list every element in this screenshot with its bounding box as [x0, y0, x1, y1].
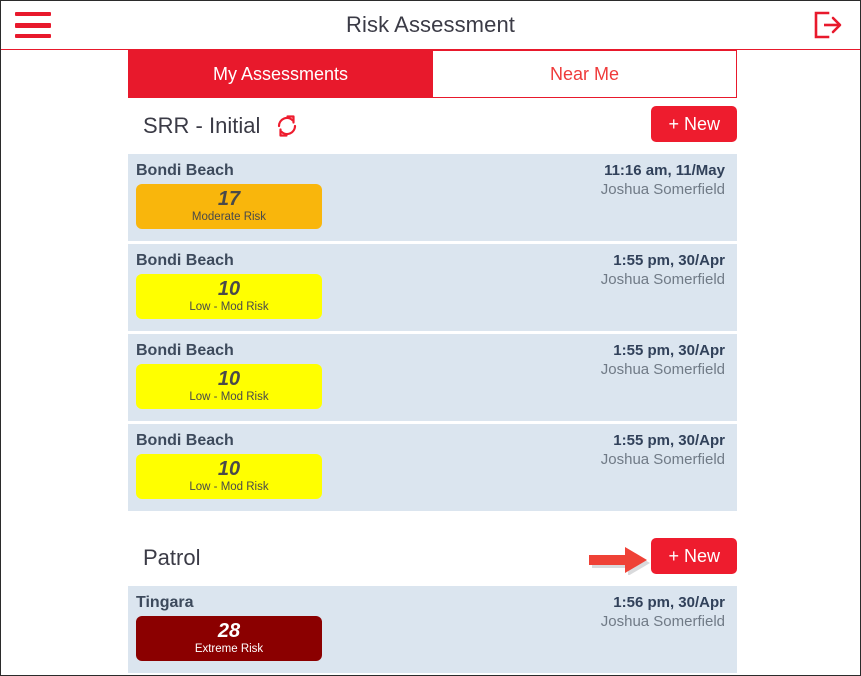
assessment-author: Joshua Somerfield — [600, 180, 725, 198]
refresh-icon[interactable] — [274, 113, 300, 139]
assessment-timestamp: 1:55 pm, 30/Apr — [613, 252, 725, 269]
risk-score-badge: 17 Moderate Risk — [136, 184, 322, 229]
risk-score: 28 — [217, 620, 241, 642]
tab-label: My Assessments — [212, 63, 349, 84]
section-header: SRR - Initial + New — [128, 98, 737, 154]
new-assessment-button-patrol[interactable]: + New — [651, 538, 737, 574]
assessment-author: Joshua Somerfield — [600, 612, 725, 630]
assessment-card[interactable]: Bondi Beach 17 Moderate Risk 11:16 am, 1… — [128, 154, 737, 241]
new-button-label: New — [683, 114, 720, 134]
assessment-meta: 1:55 pm, 30/Apr Joshua Somerfield — [601, 252, 725, 290]
risk-score: 10 — [217, 278, 241, 300]
risk-assessment-app: Risk Assessment My Assessments Near Me S… — [1, 1, 860, 675]
hamburger-line — [15, 12, 51, 16]
tab-label: Near Me — [549, 63, 620, 84]
assessment-author: Joshua Somerfield — [600, 270, 725, 288]
section-title: SRR - Initial — [143, 113, 261, 138]
assessment-meta: 1:55 pm, 30/Apr Joshua Somerfield — [601, 432, 725, 470]
risk-score: 10 — [217, 368, 241, 390]
assessment-timestamp: 1:56 pm, 30/Apr — [613, 594, 725, 611]
app-header: Risk Assessment — [1, 1, 860, 50]
assessment-meta: 1:55 pm, 30/Apr Joshua Somerfield — [601, 342, 725, 380]
assessment-card[interactable]: Bondi Beach 10 Low - Mod Risk 1:55 pm, 3… — [128, 424, 737, 511]
assessment-timestamp: 1:55 pm, 30/Apr — [613, 432, 725, 449]
risk-level-label: Low - Mod Risk — [189, 481, 269, 493]
risk-level-label: Moderate Risk — [191, 211, 267, 223]
risk-score: 10 — [217, 458, 241, 480]
assessment-meta: 1:56 pm, 30/Apr Joshua Somerfield — [601, 594, 725, 632]
hamburger-line — [15, 22, 51, 28]
assessment-card[interactable]: Bondi Beach 10 Low - Mod Risk 1:55 pm, 3… — [128, 244, 737, 331]
section-patrol: Patrol + New Tingara 28 Extreme Risk 1:5… — [128, 530, 737, 673]
annotation-arrow-icon — [587, 545, 659, 576]
risk-score-badge: 10 Low - Mod Risk — [136, 274, 322, 319]
assessment-card[interactable]: Tingara 28 Extreme Risk 1:56 pm, 30/Apr … — [128, 586, 737, 673]
section-title: Patrol — [143, 545, 201, 570]
tab-near-me[interactable]: Near Me — [433, 50, 737, 98]
risk-level-label: Low - Mod Risk — [189, 391, 269, 403]
assessment-card[interactable]: Bondi Beach 10 Low - Mod Risk 1:55 pm, 3… — [128, 334, 737, 421]
content-column: My Assessments Near Me SRR - Initial + N… — [128, 50, 737, 675]
risk-level-label: Low - Mod Risk — [189, 301, 269, 313]
page-title: Risk Assessment — [346, 12, 515, 37]
assessment-meta: 11:16 am, 11/May Joshua Somerfield — [601, 162, 725, 200]
section-divider — [128, 514, 737, 530]
risk-score-badge: 10 Low - Mod Risk — [136, 454, 322, 499]
risk-score-badge: 10 Low - Mod Risk — [136, 364, 322, 409]
new-assessment-button-srr[interactable]: + New — [651, 106, 737, 142]
assessment-timestamp: 1:55 pm, 30/Apr — [613, 342, 725, 359]
tab-my-assessments[interactable]: My Assessments — [128, 50, 433, 98]
plus-icon: + — [668, 546, 679, 566]
logout-icon[interactable] — [810, 9, 844, 41]
plus-icon: + — [668, 114, 679, 134]
risk-level-label: Extreme Risk — [194, 643, 264, 655]
assessment-author: Joshua Somerfield — [600, 360, 725, 378]
section-header: Patrol + New — [128, 530, 737, 586]
hamburger-line — [15, 34, 51, 38]
risk-score-badge: 28 Extreme Risk — [136, 616, 322, 661]
assessment-timestamp: 11:16 am, 11/May — [604, 162, 725, 179]
assessment-author: Joshua Somerfield — [600, 450, 725, 468]
tab-bar: My Assessments Near Me — [128, 50, 737, 98]
section-srr-initial: SRR - Initial + New Bondi Beach 17 Moder… — [128, 98, 737, 511]
risk-score: 17 — [217, 188, 241, 210]
hamburger-menu-icon[interactable] — [15, 12, 51, 38]
new-button-label: New — [683, 546, 720, 566]
